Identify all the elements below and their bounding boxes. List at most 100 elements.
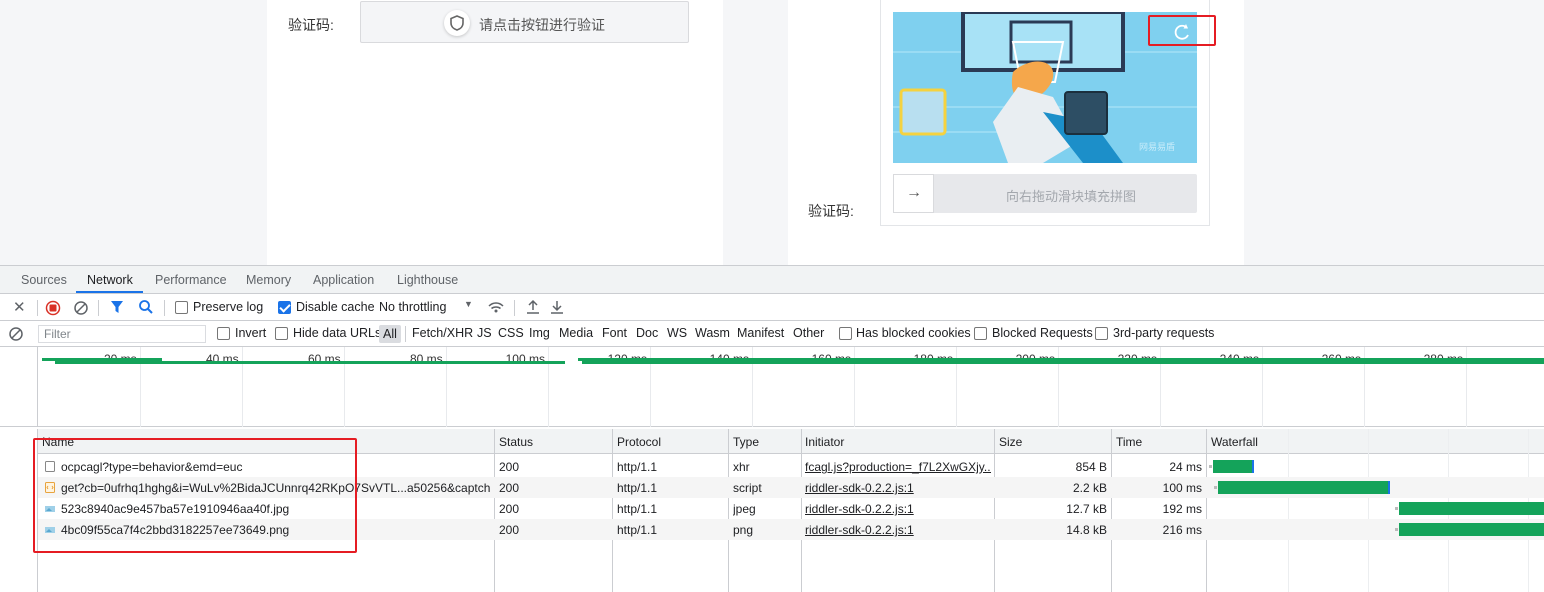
import-icon[interactable] [526, 299, 540, 315]
divider [98, 300, 99, 316]
waterfall-bar [1218, 481, 1391, 494]
tab-memory[interactable]: Memory [246, 273, 291, 287]
type-filter-wasm[interactable]: Wasm [695, 326, 730, 340]
overview-gridline [344, 347, 345, 427]
block-icon[interactable] [8, 326, 24, 342]
col-waterfall[interactable]: Waterfall [1211, 435, 1258, 449]
clear-icon[interactable] [73, 300, 89, 316]
request-type: script [733, 481, 762, 495]
table-row[interactable]: 523c8940ac9e457ba57e1910946aa40f.jpg 200 h… [38, 498, 1544, 519]
requests-table: Name Status Protocol Type Initiator Size… [38, 429, 1544, 592]
request-size: 854 B [1075, 460, 1107, 474]
disable-cache-checkbox[interactable] [278, 301, 291, 314]
col-status[interactable]: Status [499, 435, 533, 449]
request-status: 200 [499, 460, 520, 474]
search-icon[interactable] [138, 299, 154, 315]
third-party-checkbox[interactable] [1095, 327, 1108, 340]
watermark-text: 网易易盾 [1139, 142, 1175, 152]
tab-lighthouse[interactable]: Lighthouse [397, 273, 458, 287]
slider-hint: 向右拖动滑块填充拼图 [1006, 189, 1137, 204]
hide-data-urls-checkbox[interactable] [275, 327, 288, 340]
divider [37, 300, 38, 316]
type-filter-doc[interactable]: Doc [636, 326, 658, 340]
waterfall-queue-mark [1394, 507, 1398, 510]
request-name[interactable]: 523c8940ac9e457ba57e1910946aa40f.jpg [61, 502, 491, 516]
type-filter-manifest[interactable]: Manifest [737, 326, 784, 340]
slider-handle[interactable]: → [893, 174, 934, 213]
col-time[interactable]: Time [1116, 435, 1142, 449]
waterfall-queue-mark [1394, 528, 1398, 531]
type-filter-media[interactable]: Media [559, 326, 593, 340]
overview-request-bar [582, 361, 1544, 364]
has-blocked-cookies-checkbox[interactable] [839, 327, 852, 340]
col-name[interactable]: Name [42, 435, 74, 449]
network-conditions-icon[interactable] [487, 300, 505, 314]
request-time: 216 ms [1162, 523, 1202, 537]
request-name[interactable]: ocpcagl?type=behavior&emd=euc [61, 460, 491, 474]
refresh-icon [1174, 24, 1189, 40]
request-initiator-link[interactable]: riddler-sdk-0.2.2.js:1 [805, 523, 991, 537]
web-page: 验证码: 请点击按钮进行验证 验证码: 网易易盾 → 向右拖动滑块填充拼图 [0, 0, 1544, 265]
type-filter-css[interactable]: CSS [498, 326, 524, 340]
preserve-log-checkbox[interactable] [175, 301, 188, 314]
captcha-label: 验证码: [808, 203, 854, 219]
col-initiator[interactable]: Initiator [805, 435, 844, 449]
type-filter-all[interactable]: All [379, 325, 401, 343]
record-icon[interactable] [45, 300, 61, 316]
request-protocol: http/1.1 [617, 523, 658, 537]
left-captcha-panel: 验证码: 请点击按钮进行验证 [267, 0, 723, 265]
captcha-label: 验证码: [288, 17, 334, 33]
request-type: jpeg [733, 502, 756, 516]
col-size[interactable]: Size [999, 435, 1022, 449]
timeline-overview[interactable]: 20 ms40 ms60 ms80 ms100 ms120 ms140 ms16… [0, 347, 1544, 427]
blocked-requests-label: Blocked Requests [992, 326, 1093, 340]
tab-application[interactable]: Application [313, 273, 374, 287]
divider [164, 300, 165, 316]
request-initiator-link[interactable]: riddler-sdk-0.2.2.js:1 [805, 481, 991, 495]
refresh-button[interactable] [1148, 15, 1216, 46]
col-protocol[interactable]: Protocol [617, 435, 661, 449]
type-filter-xhr[interactable]: Fetch/XHR [412, 326, 473, 340]
request-name[interactable]: 4bc09f55ca7f4c2bbd3182257ee73649.png [61, 523, 491, 537]
filter-icon[interactable] [110, 300, 124, 315]
request-size: 2.2 kB [1072, 481, 1107, 495]
filter-input[interactable]: Filter [38, 325, 206, 343]
hide-data-urls-label: Hide data URLs [293, 326, 382, 340]
table-row[interactable]: get?cb=0ufrhq1hghg&i=WuLv%2BidaJCUnnrq42… [38, 477, 1544, 498]
divider [405, 326, 406, 342]
request-name[interactable]: get?cb=0ufrhq1hghg&i=WuLv%2BidaJCUnnrq42… [61, 481, 491, 495]
request-time: 24 ms [1169, 460, 1202, 474]
type-filter-other[interactable]: Other [793, 326, 824, 340]
type-filter-ws[interactable]: WS [667, 326, 687, 340]
preserve-log-label: Preserve log [193, 300, 264, 314]
table-row[interactable]: 4bc09f55ca7f4c2bbd3182257ee73649.png 200 h… [38, 519, 1544, 540]
requests-gutter [0, 429, 38, 592]
disable-cache-label: Disable cache [296, 300, 375, 314]
tab-sources[interactable]: Sources [21, 273, 67, 287]
shield-icon [444, 10, 470, 36]
invert-checkbox[interactable] [217, 327, 230, 340]
request-size: 14.8 kB [1066, 523, 1107, 537]
request-time: 192 ms [1162, 502, 1202, 516]
request-protocol: http/1.1 [617, 481, 658, 495]
network-toolbar: ✕ Preserve log Disable cache No throttli… [0, 294, 1544, 321]
verify-button[interactable]: 请点击按钮进行验证 [360, 1, 689, 43]
waterfall-queue-mark [1209, 465, 1212, 468]
request-initiator-link[interactable]: fcagl.js?production=_f7L2XwGXjy... [805, 460, 991, 474]
tab-performance[interactable]: Performance [155, 273, 227, 287]
export-icon[interactable] [550, 299, 564, 315]
request-initiator-link[interactable]: riddler-sdk-0.2.2.js:1 [805, 502, 991, 516]
close-icon[interactable]: ✕ [13, 298, 26, 316]
table-row[interactable]: ocpcagl?type=behavior&emd=euc 200 http/1.1… [38, 456, 1544, 477]
image-icon [45, 503, 55, 514]
chevron-down-icon[interactable]: ▼ [464, 299, 473, 309]
type-filter-js[interactable]: JS [477, 326, 492, 340]
type-filter-img[interactable]: Img [529, 326, 550, 340]
drag-slider-track[interactable]: → 向右拖动滑块填充拼图 [893, 174, 1197, 213]
request-type: png [733, 523, 754, 537]
tab-network[interactable]: Network [87, 273, 133, 287]
col-type[interactable]: Type [733, 435, 759, 449]
type-filter-font[interactable]: Font [602, 326, 627, 340]
throttling-select[interactable]: No throttling [379, 300, 446, 314]
blocked-requests-checkbox[interactable] [974, 327, 987, 340]
